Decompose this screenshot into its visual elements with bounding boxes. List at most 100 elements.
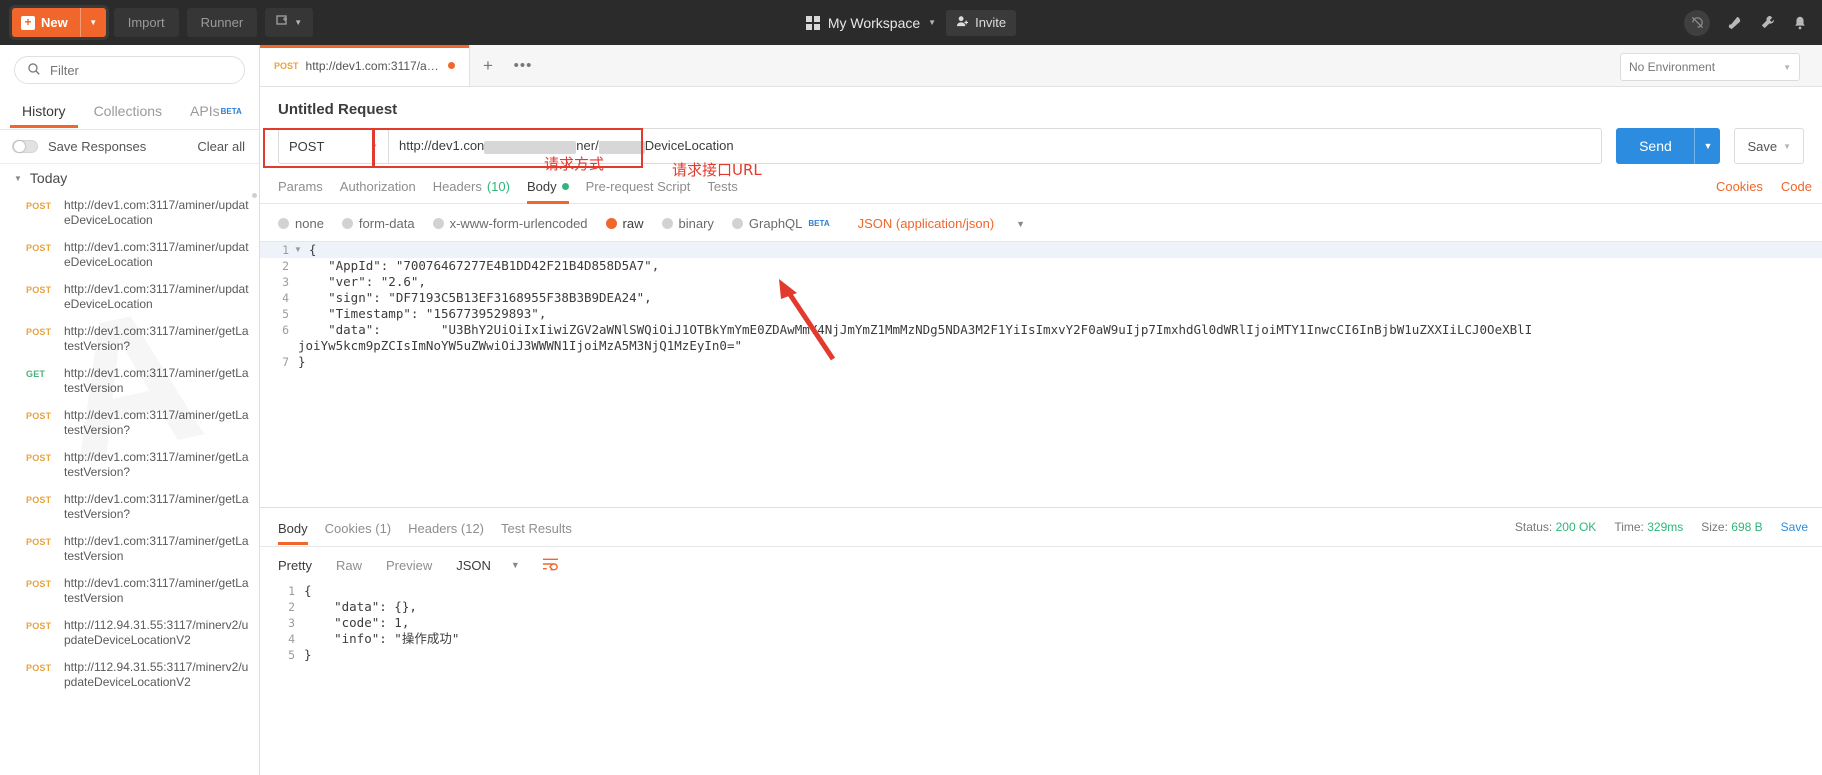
response-tab-body[interactable]: Body <box>278 521 325 545</box>
code-line: 5 } <box>260 647 1822 663</box>
list-item[interactable]: POST http://dev1.com:3117/aminer/updateDe… <box>0 234 259 276</box>
body-type-form-data[interactable]: form-data <box>341 216 415 231</box>
method-badge: POST <box>26 285 52 295</box>
save-responses-toggle[interactable] <box>12 140 38 153</box>
broadcast-icon[interactable] <box>1726 14 1743 31</box>
list-item[interactable]: POST http://dev1.com:3117/aminer/getLates… <box>0 444 259 486</box>
tab-pre-request-script-label: Pre-request Script <box>585 179 691 194</box>
sync-off-icon[interactable] <box>1684 9 1710 36</box>
code-text: } <box>304 647 312 662</box>
response-tab-body-label: Body <box>278 521 308 536</box>
response-view-controls: Pretty Raw Preview JSON ▼ <box>260 547 1822 581</box>
view-mode-raw[interactable]: Raw <box>336 558 386 573</box>
chevron-down-icon: ▼ <box>510 560 520 570</box>
bell-icon[interactable] <box>1792 15 1808 31</box>
search-box[interactable] <box>14 56 245 84</box>
list-item[interactable]: POST http://112.94.31.55:3117/minerv2/upd… <box>0 612 259 654</box>
list-item[interactable]: POST http://dev1.com:3117/aminer/updateDe… <box>0 276 259 318</box>
history-group-today[interactable]: ▼ Today <box>0 163 259 192</box>
history-url: http://dev1.com:3117/aminer/getLatestVer… <box>64 534 249 563</box>
history-url: http://dev1.com:3117/aminer/getLatestVer… <box>64 492 249 521</box>
chevron-down-icon[interactable]: ▼ <box>1694 128 1721 164</box>
response-format-selector[interactable]: JSON ▼ <box>456 558 542 573</box>
body-type-binary[interactable]: binary <box>661 216 714 231</box>
save-button[interactable]: Save ▼ <box>1734 128 1804 164</box>
tab-params[interactable]: Params <box>278 179 340 203</box>
new-button[interactable]: + New ▼ <box>12 8 106 37</box>
response-tab-headers-count: (12) <box>460 521 485 536</box>
response-panel: Body Cookies (1) Headers (12) Test Resul… <box>260 507 1822 775</box>
size-badge: Size: 698 B <box>1701 520 1762 534</box>
word-wrap-icon[interactable] <box>542 557 559 573</box>
new-button-main[interactable]: + New <box>12 8 80 37</box>
line-number: 7 <box>282 355 289 369</box>
import-button[interactable]: Import <box>113 8 179 37</box>
body-type-raw[interactable]: raw <box>605 216 644 231</box>
code-link[interactable]: Code <box>1781 179 1812 194</box>
open-new-window-button[interactable]: ▼ <box>265 8 314 37</box>
request-tab[interactable]: POST http://dev1.com:3117/aminer/... <box>260 45 470 86</box>
tab-tests[interactable]: Tests <box>707 179 754 203</box>
sidebar: A History Collections APIs BETA Save Res… <box>0 45 260 775</box>
method-selector[interactable]: POST ▼ <box>278 128 388 164</box>
cookies-link[interactable]: Cookies <box>1716 179 1763 194</box>
code-line: 2 "data": {}, <box>260 599 1822 615</box>
clear-all-button[interactable]: Clear all <box>197 139 245 154</box>
chevron-down-icon[interactable]: ▼ <box>79 8 106 37</box>
send-button[interactable]: Send <box>1616 128 1695 164</box>
body-type-urlencoded[interactable]: x-www-form-urlencoded <box>432 216 588 231</box>
tab-headers-label: Headers <box>432 179 482 194</box>
search-input[interactable] <box>50 62 200 78</box>
list-item[interactable]: POST http://dev1.com:3117/aminer/getLates… <box>0 318 259 360</box>
tab-pre-request-script[interactable]: Pre-request Script <box>586 179 708 203</box>
response-tab-cookies[interactable]: Cookies (1) <box>325 521 408 545</box>
new-button-label: New <box>41 15 68 30</box>
method-badge: POST <box>26 495 52 505</box>
fold-icon[interactable]: ▼ <box>294 242 305 258</box>
runner-button[interactable]: Runner <box>186 8 258 37</box>
sidebar-tab-apis-label: APIs <box>190 103 220 119</box>
response-tab-test-results[interactable]: Test Results <box>501 521 589 545</box>
list-item[interactable]: POST http://dev1.com:3117/aminer/getLates… <box>0 570 259 612</box>
response-body-viewer[interactable]: 1 { 2 "data": {}, 3 "code": 1, 4 "info":… <box>260 581 1822 663</box>
plus-icon[interactable]: + <box>470 56 506 76</box>
history-url: http://112.94.31.55:3117/minerv2/updateD… <box>64 660 249 689</box>
content-type-selector[interactable]: JSON (application/json) ▼ <box>858 216 1025 231</box>
tab-headers[interactable]: Headers (10) <box>433 179 527 203</box>
list-item[interactable]: GET http://dev1.com:3117/aminer/getLatest… <box>0 360 259 402</box>
code-line: 2 "AppId": "70076467277E4B1DD42F21B4D858… <box>260 258 1822 274</box>
body-type-graphql[interactable]: GraphQL BETA <box>731 216 830 231</box>
request-body-editor[interactable]: 1 ▼ { 2 "AppId": "70076467277E4B1DD42F21… <box>260 241 1822 499</box>
wrench-icon[interactable] <box>1759 14 1776 31</box>
code-text: } <box>298 354 306 369</box>
list-item[interactable]: POST http://112.94.31.55:3117/minerv2/upd… <box>0 654 259 696</box>
list-item[interactable]: POST http://dev1.com:3117/aminer/getLates… <box>0 402 259 444</box>
response-tab-headers[interactable]: Headers (12) <box>408 521 501 545</box>
redaction-block <box>484 140 577 154</box>
line-number: 3 <box>288 616 295 630</box>
top-toolbar-left: + New ▼ Import Runner ▼ <box>0 8 314 37</box>
view-mode-pretty[interactable]: Pretty <box>278 558 336 573</box>
request-links: Cookies Code <box>1716 179 1812 194</box>
workspace-selector[interactable]: My Workspace ▼ <box>805 15 936 31</box>
invite-button[interactable]: Invite <box>946 9 1017 36</box>
sidebar-tab-history[interactable]: History <box>8 96 80 128</box>
list-item[interactable]: POST http://dev1.com:3117/aminer/updateDe… <box>0 192 259 234</box>
history-group-label: Today <box>29 170 68 186</box>
history-url: http://dev1.com:3117/aminer/getLatestVer… <box>64 408 249 437</box>
view-mode-preview[interactable]: Preview <box>386 558 456 573</box>
tab-authorization[interactable]: Authorization <box>340 179 433 203</box>
save-responses-toggle-group[interactable]: Save Responses <box>12 139 146 154</box>
sidebar-tab-history-label: History <box>22 103 66 119</box>
list-item[interactable]: POST http://dev1.com:3117/aminer/getLates… <box>0 486 259 528</box>
ellipsis-icon[interactable]: ••• <box>506 57 540 74</box>
save-response-button[interactable]: Save <box>1781 520 1808 534</box>
body-type-none[interactable]: none <box>278 216 324 231</box>
code-text: "ver": "2.6", <box>298 274 426 289</box>
sidebar-tab-apis[interactable]: APIs BETA <box>176 96 256 126</box>
list-item[interactable]: POST http://dev1.com:3117/aminer/getLates… <box>0 528 259 570</box>
tab-body[interactable]: Body <box>526 179 586 204</box>
content-type-label: JSON (application/json) <box>857 216 995 231</box>
sidebar-tab-collections[interactable]: Collections <box>80 96 176 126</box>
environment-selector[interactable]: No Environment ▼ <box>1620 53 1800 81</box>
